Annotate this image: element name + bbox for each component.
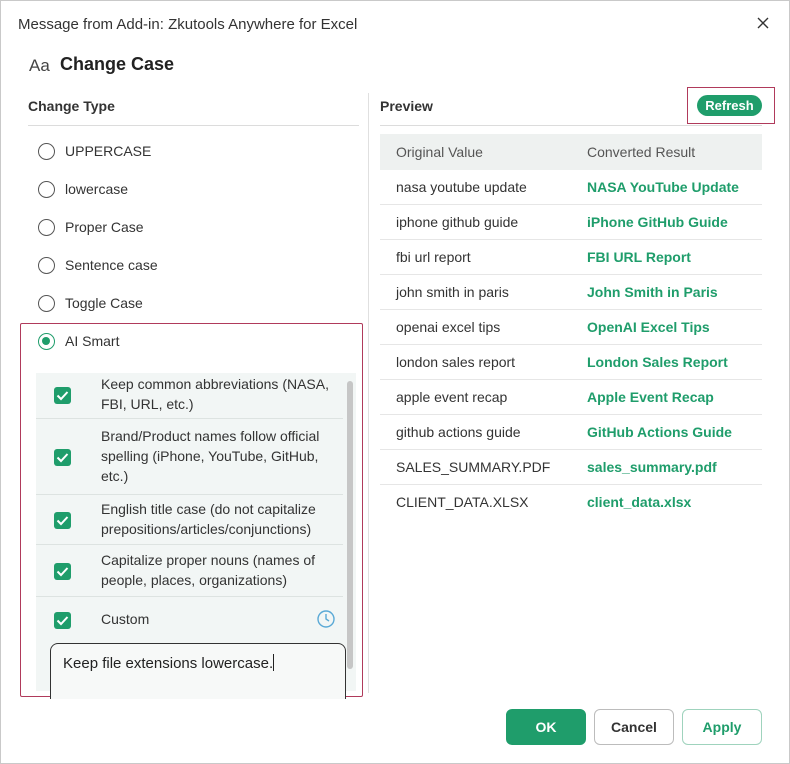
option-label: Keep common abbreviations (NASA, FBI, UR… (101, 376, 329, 412)
page-title: Change Case (60, 54, 175, 74)
original-value: openai excel tips (396, 319, 501, 335)
original-value: london sales report (396, 354, 516, 370)
converted-result: client_data.xlsx (587, 494, 692, 510)
table-row: fbi url report FBI URL Report (380, 240, 762, 275)
close-icon[interactable] (753, 13, 773, 33)
custom-rule-input[interactable]: Keep file extensions lowercase. (50, 643, 346, 699)
divider (380, 125, 762, 126)
original-value: iphone github guide (396, 214, 519, 230)
divider (28, 125, 359, 126)
clock-icon[interactable] (316, 609, 336, 629)
apply-button[interactable]: Apply (682, 709, 762, 745)
radio-icon[interactable] (38, 333, 55, 350)
checkbox[interactable] (54, 512, 71, 529)
table-row: CLIENT_DATA.XLSX client_data.xlsx (380, 485, 762, 520)
table-row: SALES_SUMMARY.PDF sales_summary.pdf (380, 450, 762, 485)
option-proper-nouns[interactable]: Capitalize proper nouns (names of people… (36, 545, 343, 597)
converted-result: John Smith in Paris (587, 284, 718, 300)
title-bar: Message from Add-in: Zkutools Anywhere f… (1, 1, 790, 47)
table-row: apple event recap Apple Event Recap (380, 380, 762, 415)
options-scrollbar[interactable] (347, 381, 353, 669)
table-row: john smith in paris John Smith in Paris (380, 275, 762, 310)
converted-result: GitHub Actions Guide (587, 424, 732, 440)
checkbox[interactable] (54, 387, 71, 404)
converted-result: FBI URL Report (587, 249, 691, 265)
radio-icon[interactable] (38, 181, 55, 198)
converted-result: sales_summary.pdf (587, 459, 717, 475)
cancel-button[interactable]: Cancel (594, 709, 674, 745)
table-row: openai excel tips OpenAI Excel Tips (380, 310, 762, 345)
radio-label: UPPERCASE (65, 143, 152, 159)
radio-label: Sentence case (65, 257, 158, 273)
custom-rule-text: Keep file extensions lowercase. (63, 655, 274, 672)
converted-result: London Sales Report (587, 354, 728, 370)
radio-icon[interactable] (38, 295, 55, 312)
column-header-converted: Converted Result (587, 144, 696, 160)
original-value: github actions guide (396, 424, 521, 440)
option-label: Custom (101, 611, 150, 627)
change-case-dialog: Message from Add-in: Zkutools Anywhere f… (0, 0, 790, 764)
option-abbreviations[interactable]: Keep common abbreviations (NASA, FBI, UR… (36, 373, 343, 419)
table-row: london sales report London Sales Report (380, 345, 762, 380)
converted-result: iPhone GitHub Guide (587, 214, 728, 230)
original-value: SALES_SUMMARY.PDF (396, 459, 551, 475)
column-divider (368, 93, 369, 693)
ok-button[interactable]: OK (506, 709, 586, 745)
original-value: nasa youtube update (396, 179, 527, 195)
radio-label: Toggle Case (65, 295, 143, 311)
radio-icon[interactable] (38, 257, 55, 274)
original-value: apple event recap (396, 389, 508, 405)
checkbox[interactable] (54, 612, 71, 629)
text-case-icon: Aa (29, 56, 50, 75)
radio-label: lowercase (65, 181, 129, 197)
radio-icon[interactable] (38, 219, 55, 236)
original-value: CLIENT_DATA.XLSX (396, 494, 529, 510)
refresh-button[interactable]: Refresh (697, 95, 762, 116)
radio-label: Proper Case (65, 219, 144, 235)
converted-result: Apple Event Recap (587, 389, 714, 405)
original-value: fbi url report (396, 249, 471, 265)
table-row: nasa youtube update NASA YouTube Update (380, 170, 762, 205)
preview-title: Preview (380, 98, 433, 114)
column-header-original: Original Value (396, 144, 483, 160)
option-custom[interactable]: Custom (36, 597, 343, 641)
table-header: Original Value Converted Result (380, 134, 762, 170)
converted-result: NASA YouTube Update (587, 179, 739, 195)
option-label: Capitalize proper nouns (names of people… (101, 552, 316, 588)
table-row: iphone github guide iPhone GitHub Guide (380, 205, 762, 240)
option-title-case[interactable]: English title case (do not capitalize pr… (36, 495, 343, 545)
option-label: English title case (do not capitalize pr… (101, 501, 316, 537)
checkbox[interactable] (54, 563, 71, 580)
text-caret (273, 654, 275, 671)
checkbox[interactable] (54, 449, 71, 466)
original-value: john smith in paris (396, 284, 509, 300)
change-type-title: Change Type (28, 98, 115, 114)
table-row: github actions guide GitHub Actions Guid… (380, 415, 762, 450)
window-title: Message from Add-in: Zkutools Anywhere f… (18, 16, 358, 33)
radio-icon[interactable] (38, 143, 55, 160)
option-brand-names[interactable]: Brand/Product names follow official spel… (36, 419, 343, 495)
converted-result: OpenAI Excel Tips (587, 319, 710, 335)
radio-label: AI Smart (65, 333, 120, 349)
option-label: Brand/Product names follow official spel… (101, 428, 320, 484)
